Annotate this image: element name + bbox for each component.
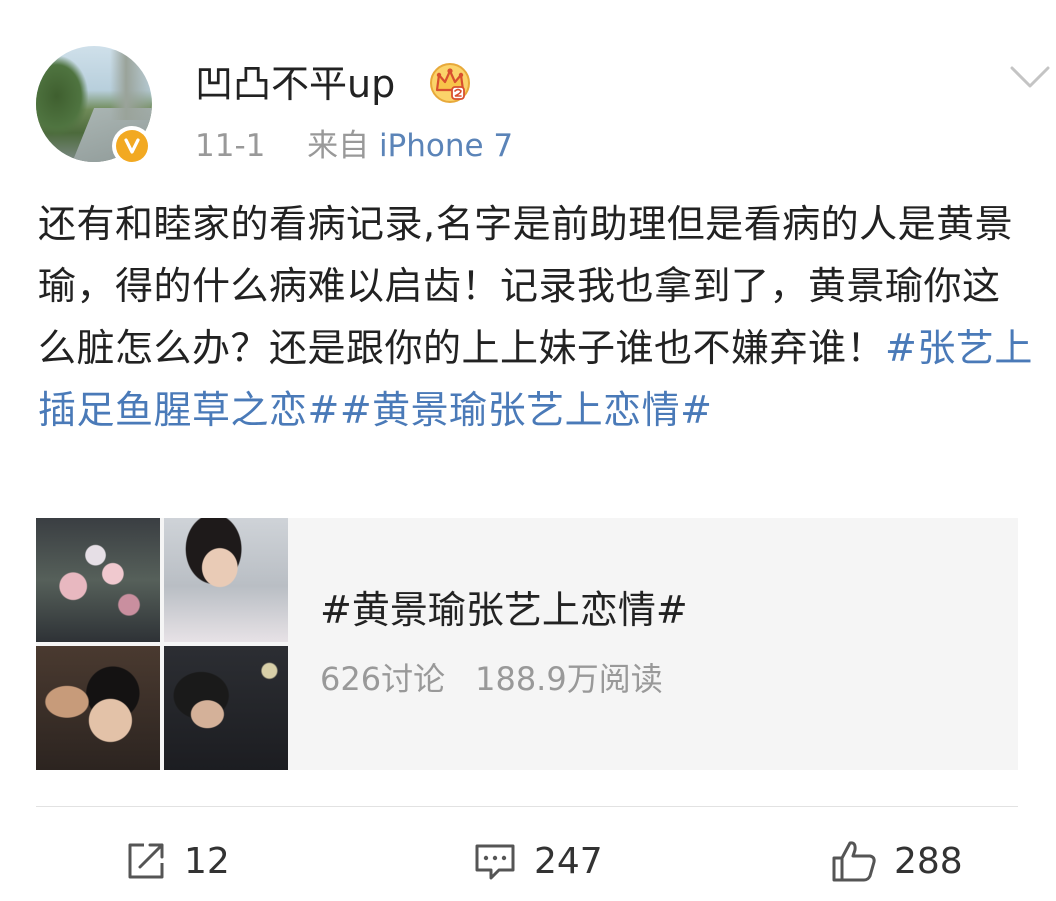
verified-badge-icon: [112, 126, 152, 166]
topic-thumbnail: [164, 518, 288, 642]
topic-thumbnail: [36, 646, 160, 770]
topic-thumbnail: [36, 518, 160, 642]
divider: [36, 806, 1018, 807]
topic-title: #黄景瑜张艺上恋情#: [320, 588, 688, 632]
like-count: 288: [894, 840, 963, 882]
repost-button[interactable]: 12: [124, 836, 230, 886]
topic-read-count: 188.9万阅读: [475, 660, 663, 698]
repost-icon: [128, 843, 164, 879]
topic-thumbnail-grid: [36, 518, 288, 770]
repost-count: 12: [184, 840, 230, 882]
author-name[interactable]: 凹凸不平up: [195, 60, 395, 108]
hashtag-link[interactable]: #黄景瑜张艺上恋情#: [340, 388, 713, 432]
post-body: 还有和睦家的看病记录,名字是前助理但是看病的人是黄景瑜，得的什么病难以启齿！记录…: [38, 202, 1014, 370]
weibo-post: 凹凸不平up 11-1 来自 iPhone 7 还有和睦家的看病记录,名字是前助…: [0, 0, 1056, 901]
chevron-down-icon[interactable]: [1008, 62, 1052, 92]
topic-discussion-count: 626讨论: [320, 660, 446, 698]
post-source-device[interactable]: iPhone 7: [379, 128, 513, 164]
topic-stats: 626讨论 188.9万阅读: [320, 658, 663, 700]
comment-button[interactable]: 247: [472, 836, 603, 886]
post-meta: 11-1 来自 iPhone 7: [195, 126, 513, 166]
post-date: 11-1: [195, 128, 266, 164]
post-text: 还有和睦家的看病记录,名字是前助理但是看病的人是黄景瑜，得的什么病难以启齿！记录…: [38, 193, 1034, 441]
like-button[interactable]: 288: [830, 836, 963, 886]
topic-thumbnail: [164, 646, 288, 770]
comment-count: 247: [534, 840, 603, 882]
vip-crown-icon: [430, 63, 470, 103]
post-source-prefix: 来自: [307, 128, 370, 164]
topic-card[interactable]: #黄景瑜张艺上恋情# 626讨论 188.9万阅读: [36, 518, 1018, 770]
comment-icon: [475, 844, 515, 880]
thumbs-up-icon: [832, 841, 876, 882]
